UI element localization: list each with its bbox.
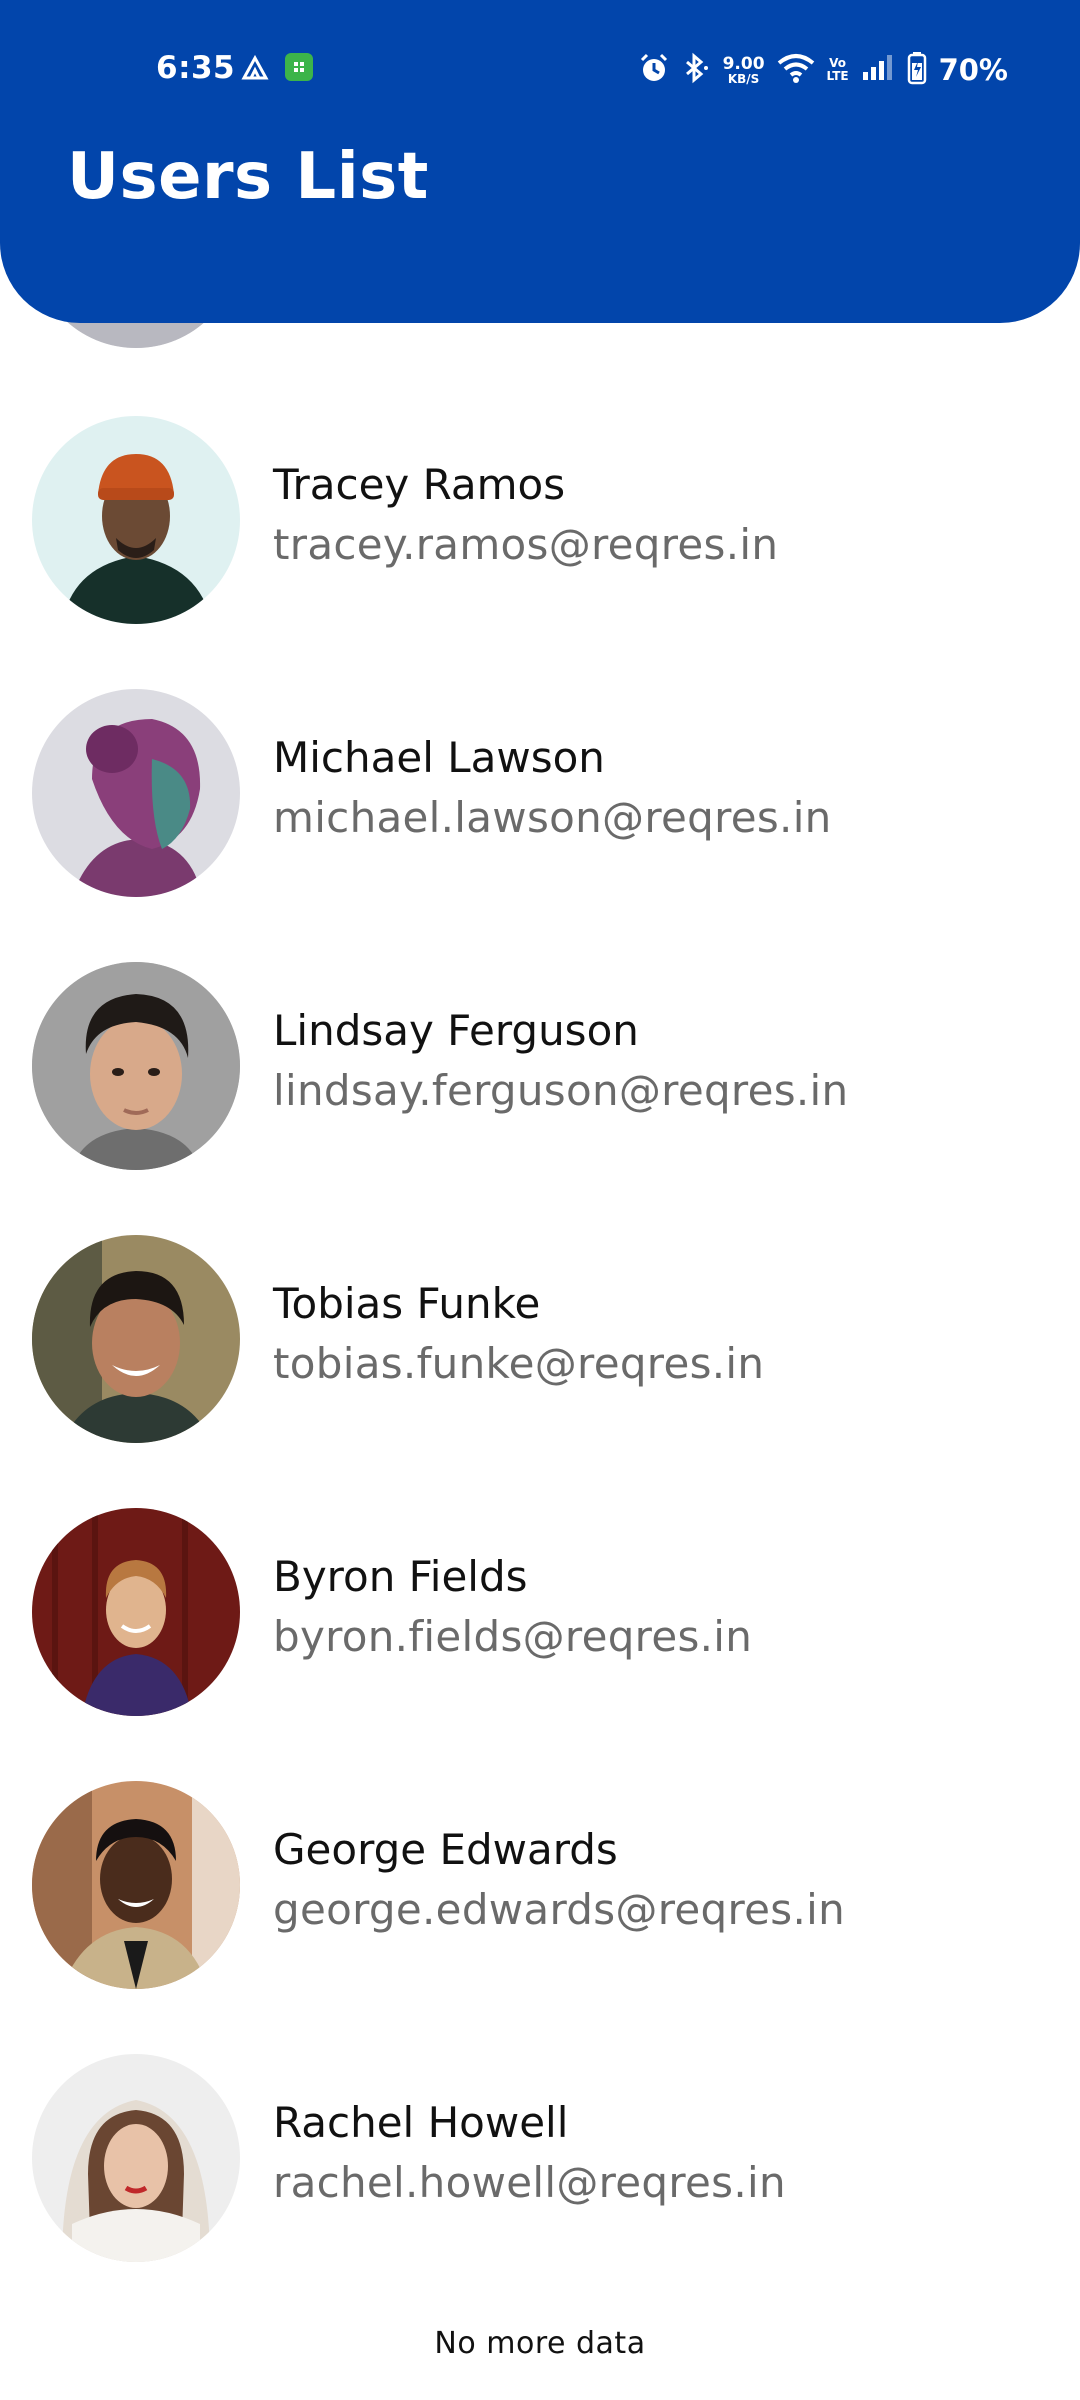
screen: Tracey Ramos tracey.ramos@reqres.in Mich… (0, 0, 1080, 2400)
app-bar: 6:35 9.00 KB/S Vo LTE 70% Users List (0, 0, 1080, 323)
alarm-icon (639, 52, 669, 88)
battery-level: 70% (938, 53, 1008, 87)
list-item[interactable]: Tobias Funke tobias.funke@reqres.in (0, 1235, 1080, 1485)
network-speed-unit: KB/S (727, 71, 760, 86)
user-email: michael.lawson@reqres.in (273, 793, 832, 842)
list-item[interactable]: Michael Lawson michael.lawson@reqres.in (0, 689, 1080, 939)
users-list[interactable]: Tracey Ramos tracey.ramos@reqres.in Mich… (0, 0, 1080, 2400)
woman-purple-profile-avatar (32, 689, 240, 897)
list-item[interactable]: Lindsay Ferguson lindsay.ferguson@reqres… (0, 962, 1080, 1212)
network-speed-value: 9.00 (722, 53, 765, 74)
man-orange-beanie-avatar (32, 416, 240, 624)
user-name: George Edwards (273, 1825, 618, 1874)
volte-bottom: LTE (826, 69, 849, 83)
battery-charging-icon (907, 51, 927, 89)
status-icons: 9.00 KB/S Vo LTE 70% (639, 48, 1008, 92)
user-name: Rachel Howell (273, 2098, 569, 2147)
user-name: Byron Fields (273, 1552, 528, 1601)
wifi-icon (777, 52, 815, 88)
page-title: Users List (67, 140, 429, 214)
user-name: Michael Lawson (273, 733, 605, 782)
user-email: tobias.funke@reqres.in (273, 1339, 765, 1388)
status-bar: 6:35 9.00 KB/S Vo LTE 70% (0, 0, 1080, 140)
user-email: byron.fields@reqres.in (273, 1612, 753, 1661)
user-email: lindsay.ferguson@reqres.in (273, 1066, 849, 1115)
woman-white-hood-avatar (32, 2054, 240, 2262)
list-item[interactable]: Rachel Howell rachel.howell@reqres.in (0, 2054, 1080, 2304)
no-more-data-label: No more data (434, 2326, 646, 2361)
bluetooth-icon (681, 52, 711, 88)
status-time: 6:35 (156, 50, 236, 86)
young-man-portrait-avatar (32, 962, 240, 1170)
list-item[interactable]: George Edwards george.edwards@reqres.in (0, 1781, 1080, 2031)
man-red-wall-avatar (32, 1508, 240, 1716)
list-item[interactable]: Tracey Ramos tracey.ramos@reqres.in (0, 416, 1080, 666)
user-name: Tobias Funke (273, 1279, 541, 1328)
volte-indicator: Vo LTE (827, 57, 849, 82)
man-street-avatar (32, 1781, 240, 1989)
network-speed: 9.00 KB/S (722, 53, 765, 86)
list-item[interactable]: Byron Fields byron.fields@reqres.in (0, 1508, 1080, 1758)
smiling-man-avatar (32, 1235, 240, 1443)
user-name: Tracey Ramos (273, 460, 566, 509)
tent-icon (240, 52, 270, 86)
user-email: tracey.ramos@reqres.in (273, 520, 779, 569)
user-name: Lindsay Ferguson (273, 1006, 639, 1055)
user-email: george.edwards@reqres.in (273, 1885, 845, 1934)
signal-icon (861, 54, 895, 86)
grid-app-icon (284, 52, 314, 86)
user-email: rachel.howell@reqres.in (273, 2158, 786, 2207)
